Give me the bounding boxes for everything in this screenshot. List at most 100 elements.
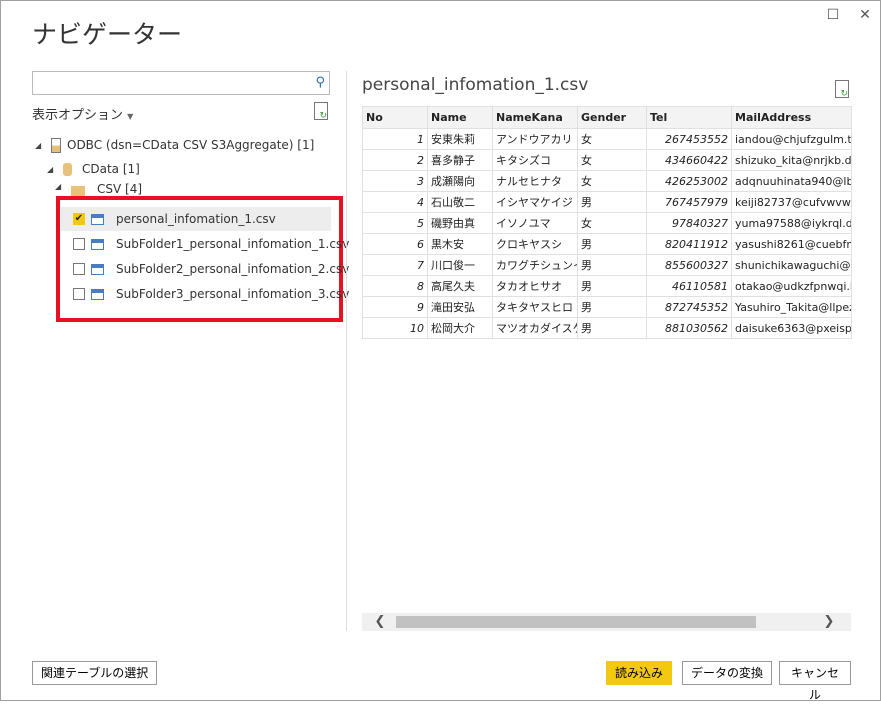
column-header[interactable]: MailAddress (731, 106, 852, 129)
database-icon (63, 162, 72, 176)
column-header[interactable]: No (362, 106, 428, 129)
table-cell: 9 (362, 296, 428, 318)
table-cell: クロキヤスシ (492, 233, 578, 255)
table-cell: adqnuuhinata940@lbes (731, 170, 852, 192)
table-cell: 成瀬陽向 (427, 170, 493, 192)
table-cell: Yasuhiro_Takita@llpezf (731, 296, 852, 318)
search-box[interactable]: ⚲ (32, 71, 330, 95)
table-cell: 男 (577, 296, 647, 318)
table-row: 10 松岡大介 マツオカダイスケ男 881030562 daisuke6363@pxei… (362, 317, 852, 339)
preview-refresh-icon[interactable]: ↻ (835, 80, 849, 99)
table-cell: 5 (362, 212, 428, 234)
preview-table: No Name NameKana Gender Tel MailAddress 1 安東朱莉… (362, 106, 852, 339)
table-cell: 4 (362, 191, 428, 213)
display-options-label: 表示オプション (32, 108, 124, 123)
table-row: 7川口俊一カワグチシュンイチ男855600327shunichikawaguch… (362, 254, 852, 276)
tree-item[interactable]: ✔ personal_infomation_1.csv (73, 208, 276, 230)
table-cell: 滝田安弘 (427, 296, 493, 318)
tree-node-csv[interactable]: ◢ CSV [4] (55, 182, 142, 196)
table-cell: 黒木安 (427, 233, 493, 255)
table-cell: 男 (577, 233, 647, 255)
maximize-button[interactable]: ☐ (825, 7, 841, 23)
table-cell: 7 (362, 254, 428, 276)
close-button[interactable]: ✕ (857, 7, 873, 23)
load-button[interactable]: 読み込み (606, 661, 673, 685)
panel-divider[interactable] (346, 71, 347, 631)
table-cell: 女 (577, 170, 647, 192)
cancel-button[interactable]: キャンセル (779, 661, 851, 702)
server-icon (51, 137, 61, 153)
tree-item[interactable]: SubFolder2_personal_infomation_2.csv (73, 258, 349, 280)
transform-data-button[interactable]: データの変換 (682, 661, 773, 685)
table-cell: イシヤマケイジ (492, 191, 578, 213)
select-related-tables-button[interactable]: 関連テーブルの選択 (32, 661, 158, 685)
column-header[interactable]: Tel (646, 106, 732, 129)
scroll-right-icon[interactable]: ❯ (819, 613, 839, 631)
refresh-icon[interactable]: ↻ (314, 102, 328, 121)
column-header[interactable]: Name (427, 106, 493, 129)
table-cell: ナルセヒナタ (492, 170, 578, 192)
table-cell: iandou@chjufzgulm.tgb (731, 128, 852, 150)
tree-item-label: SubFolder2_personal_infomation_2.csv (116, 262, 350, 276)
table-cell: 267453552 (646, 128, 732, 150)
table-cell: 安東朱莉 (427, 128, 493, 150)
scrollbar-thumb[interactable] (396, 616, 756, 628)
table-cell: 男 (577, 275, 647, 297)
horizontal-scrollbar[interactable]: ❮ ❯ (362, 613, 851, 631)
tree-item[interactable]: SubFolder3_personal_infomation_3.csv (73, 283, 349, 305)
tree-node-odbc[interactable]: ◢ ODBC (dsn=CData CSV S3Aggregate) [1] (35, 134, 314, 156)
window-title: ナビゲーター (32, 20, 183, 49)
display-options-dropdown[interactable]: 表示オプション ▼ (32, 104, 133, 123)
table-row: 4 石山敬二 イシヤマケイジ男 767457979 keiji82737@cufvwvw… (362, 191, 852, 213)
checkbox-checked[interactable]: ✔ (73, 213, 85, 225)
table-row: 1 安東朱莉 アンドウアカリ女 267453552 iandou@chjufzgulm.… (362, 128, 852, 150)
checkbox[interactable] (73, 238, 85, 250)
tree-item[interactable]: SubFolder1_personal_infomation_1.csv (73, 233, 349, 255)
expand-icon: ◢ (47, 164, 54, 174)
table-cell: アンドウアカリ (492, 128, 578, 150)
table-cell: 女 (577, 149, 647, 171)
column-header[interactable]: Gender (577, 106, 647, 129)
table-cell: タカオヒサオ (492, 275, 578, 297)
table-icon (91, 213, 104, 225)
table-cell: yuma97588@iykrql.dx (731, 212, 852, 234)
table-cell: 男 (577, 317, 647, 339)
table-cell: 872745352 (646, 296, 732, 318)
table-cell: 820411912 (646, 233, 732, 255)
table-cell: 石山敬二 (427, 191, 493, 213)
table-cell: 磯野由真 (427, 212, 493, 234)
table-cell: カワグチシュンイチ (492, 254, 578, 276)
table-cell: 426253002 (646, 170, 732, 192)
checkbox[interactable] (73, 288, 85, 300)
table-row: 2 喜多静子 キタシズコ女 434660422 shizuko_kita@nrjkb.d… (362, 149, 852, 171)
table-cell: 3 (362, 170, 428, 192)
table-cell: daisuke6363@pxeisp.yy (731, 317, 852, 339)
table-cell: 46110581 (646, 275, 732, 297)
table-cell: 女 (577, 128, 647, 150)
scroll-left-icon[interactable]: ❮ (370, 613, 390, 631)
table-row: 5 磯野由真 イソノユマ女 97840327 yuma97588@iykrql.dx (362, 212, 852, 234)
chevron-down-icon: ▼ (127, 112, 134, 121)
checkbox[interactable] (73, 263, 85, 275)
table-row: 8 高尾久夫 タカオヒサオ男 46110581 otakao@udkzfpnwqi.bu (362, 275, 852, 297)
tree-item-label: SubFolder3_personal_infomation_3.csv (116, 287, 350, 301)
expand-icon: ◢ (35, 140, 42, 150)
expand-icon: ◢ (55, 182, 62, 191)
tree-node-cdata[interactable]: ◢ CData [1] (47, 158, 140, 180)
table-cell: 434660422 (646, 149, 732, 171)
tree-node-label: CSV [4] (97, 182, 143, 196)
table-cell: タキタヤスヒロ (492, 296, 578, 318)
tree-node-label: CData [1] (82, 162, 140, 176)
column-header[interactable]: NameKana (492, 106, 578, 129)
table-cell: 881030562 (646, 317, 732, 339)
table-cell: マツオカダイスケ (492, 317, 578, 339)
search-input[interactable] (33, 72, 303, 94)
table-cell: 855600327 (646, 254, 732, 276)
table-cell: 男 (577, 254, 647, 276)
table-row: 6黒木安クロキヤスシ男820411912yasushi8261@cuebfmhz (362, 233, 852, 255)
table-icon (91, 288, 104, 300)
table-cell: 女 (577, 212, 647, 234)
table-cell: otakao@udkzfpnwqi.bu (731, 275, 852, 297)
search-icon: ⚲ (315, 75, 325, 90)
table-row: 3成瀬陽向ナルセヒナタ女426253002adqnuuhinata940@lbe… (362, 170, 852, 192)
